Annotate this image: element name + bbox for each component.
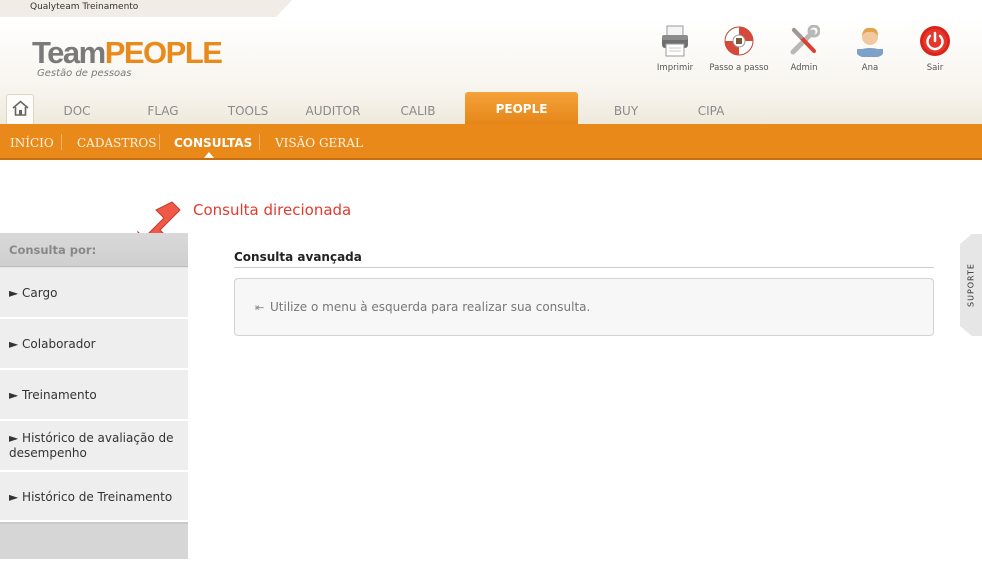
- tab-doc[interactable]: DOC: [63, 104, 90, 118]
- subnav-divider: [159, 134, 160, 150]
- user-label: Ana: [861, 63, 879, 73]
- tab-flag[interactable]: FLAG: [147, 104, 178, 118]
- tab-buy[interactable]: BUY: [614, 104, 638, 118]
- step-by-step-label: Passo a passo: [709, 63, 769, 73]
- print-button[interactable]: Imprimir: [645, 25, 705, 74]
- user-icon: [857, 27, 883, 57]
- content-divider: [234, 267, 934, 268]
- content-title: Consulta avançada: [234, 250, 362, 264]
- sub-nav: INÍCIO CADASTROS CONSULTAS VISÃO GERAL: [0, 124, 982, 160]
- arrow-left-icon: ⇤: [255, 301, 265, 314]
- logout-label: Sair: [926, 63, 944, 73]
- lifebuoy-icon: [724, 26, 754, 56]
- logo-people-text: PEOPLE: [104, 35, 223, 70]
- print-label: Imprimir: [656, 63, 694, 73]
- sidebar-item-label: ► Histórico de avaliação de desempenho: [9, 431, 174, 460]
- tab-people-label: PEOPLE: [495, 102, 548, 116]
- subnav-divider: [61, 134, 62, 150]
- active-caret-icon: [204, 152, 214, 158]
- logo-team-text: Team: [32, 35, 106, 70]
- subnav-consultas[interactable]: CONSULTAS: [174, 136, 252, 150]
- subnav-inicio[interactable]: INÍCIO: [10, 136, 54, 150]
- tab-tools[interactable]: TOOLS: [228, 104, 269, 118]
- home-icon: [12, 100, 29, 116]
- subnav-visao-geral[interactable]: VISÃO GERAL: [275, 136, 363, 150]
- sidebar: Consulta por: ► Cargo ► Colaborador ► Tr…: [0, 233, 188, 559]
- tagline: Gestão de pessoas: [37, 68, 132, 79]
- logo[interactable]: TeamPEOPLE: [32, 35, 223, 70]
- company-bar: Qualyteam Treinamento: [0, 0, 300, 17]
- support-tab[interactable]: SUPORTE: [960, 234, 982, 336]
- tab-calib[interactable]: CALIB: [400, 104, 435, 118]
- company-name: Qualyteam Treinamento: [30, 2, 139, 12]
- sidebar-item-label: ► Colaborador: [9, 337, 96, 351]
- logout-button[interactable]: Sair: [905, 25, 965, 74]
- tab-auditor[interactable]: AUDITOR: [306, 104, 361, 118]
- info-text: Utilize o menu à esquerda para realizar …: [270, 300, 591, 314]
- sidebar-header-label: Consulta por:: [9, 243, 97, 257]
- admin-button[interactable]: Admin: [774, 25, 834, 74]
- sidebar-item-cargo[interactable]: ► Cargo: [0, 268, 188, 319]
- sidebar-item-label: ► Histórico de Treinamento: [9, 490, 173, 504]
- sidebar-item-label: ► Treinamento: [9, 388, 97, 402]
- info-message-box: ⇤ Utilize o menu à esquerda para realiza…: [234, 278, 934, 336]
- printer-icon: [662, 25, 688, 57]
- main-tabs: DOC FLAG TOOLS AUDITOR CALIB PEOPLE BUY …: [0, 92, 982, 124]
- support-label: SUPORTE: [966, 263, 976, 307]
- tab-people[interactable]: PEOPLE: [465, 92, 578, 124]
- sidebar-item-treinamento[interactable]: ► Treinamento: [0, 370, 188, 421]
- user-button[interactable]: Ana: [840, 25, 900, 74]
- tab-cipa[interactable]: CIPA: [698, 104, 725, 118]
- annotation-text: Consulta direcionada: [193, 201, 352, 219]
- tools-icon: [790, 25, 820, 55]
- sidebar-item-historico-avaliacao[interactable]: ► Histórico de avaliação de desempenho: [0, 421, 188, 472]
- power-icon: [920, 26, 950, 56]
- sidebar-item-historico-treinamento[interactable]: ► Histórico de Treinamento: [0, 472, 188, 522]
- sidebar-header: Consulta por:: [0, 233, 188, 267]
- sidebar-footer: [0, 522, 188, 559]
- tab-home[interactable]: [6, 94, 34, 124]
- subnav-cadastros[interactable]: CADASTROS: [77, 136, 156, 150]
- admin-label: Admin: [790, 63, 818, 73]
- step-by-step-button[interactable]: Passo a passo: [709, 25, 769, 74]
- sidebar-item-label: ► Cargo: [9, 286, 58, 300]
- subnav-divider: [259, 134, 260, 150]
- sidebar-item-colaborador[interactable]: ► Colaborador: [0, 319, 188, 370]
